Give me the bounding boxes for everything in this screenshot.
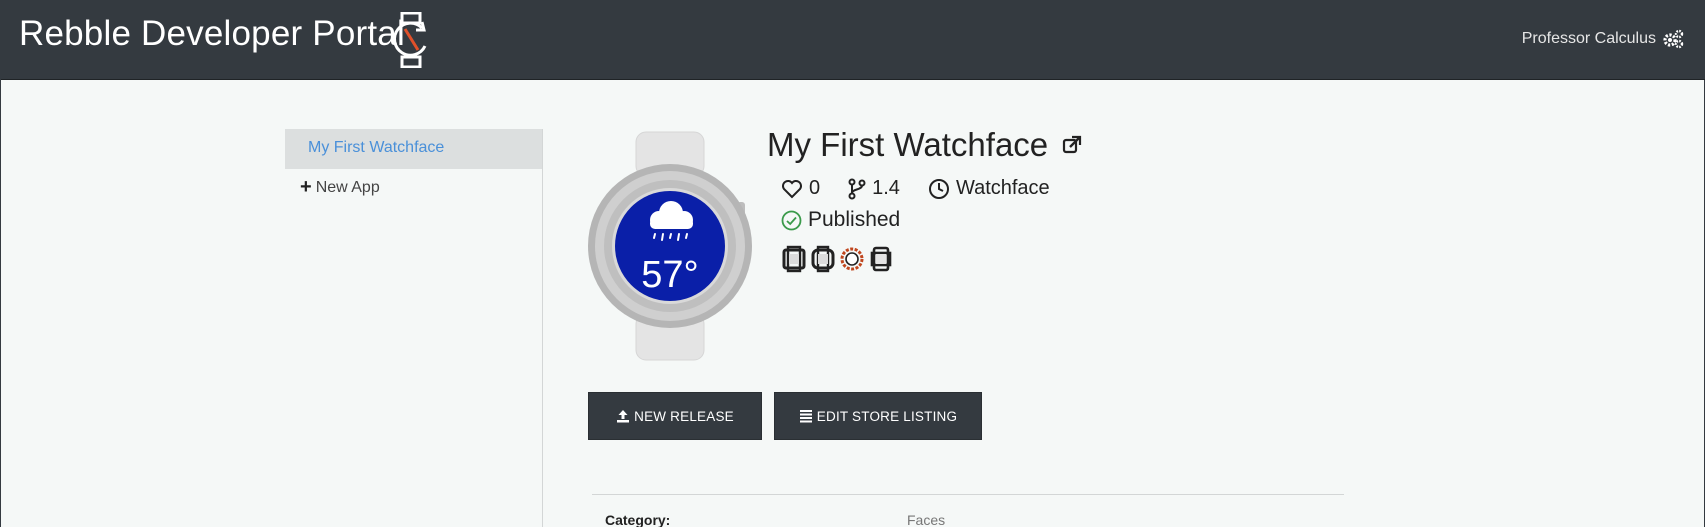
status-badge: Published	[781, 208, 900, 232]
external-link-icon[interactable]	[1062, 135, 1082, 155]
upload-icon	[617, 410, 630, 423]
app-title: My First Watchface	[767, 126, 1082, 164]
sidebar-item-new-app[interactable]: + New App	[285, 169, 542, 209]
version-number: 1.4	[848, 177, 900, 200]
clock-icon	[928, 178, 949, 199]
chalk-platform-icon	[840, 245, 864, 278]
app-type: Watchface	[928, 177, 1050, 200]
aplite-platform-icon	[782, 245, 806, 278]
gears-icon[interactable]	[1662, 29, 1684, 49]
list-icon	[799, 410, 812, 423]
plus-icon: +	[300, 176, 312, 198]
diorite-platform-icon	[869, 245, 893, 278]
new-release-button[interactable]: NEW RELEASE	[588, 392, 762, 440]
sidebar-item-label: My First Watchface	[308, 139, 445, 156]
sidebar-item-my-first-watchface[interactable]: My First Watchface	[285, 129, 542, 169]
user-menu[interactable]: Professor Calculus	[1522, 29, 1684, 49]
app-sidebar: My First Watchface + New App	[285, 129, 543, 527]
app-meta: 0 1.4 Watchface	[781, 177, 1078, 200]
top-navbar: Rebble Developer Portal Professor Calcul…	[1, 0, 1705, 80]
section-divider	[592, 494, 1344, 495]
watch-sync-icon[interactable]	[391, 11, 431, 73]
platform-icons	[782, 245, 898, 278]
brand-title[interactable]: Rebble Developer Portal	[19, 14, 405, 54]
temperature-readout: 57°	[641, 254, 698, 296]
watch-preview: 57°	[587, 130, 753, 367]
user-name[interactable]: Professor Calculus	[1522, 30, 1656, 48]
sidebar-item-label: New App	[315, 179, 380, 196]
edit-store-listing-button[interactable]: EDIT STORE LISTING	[774, 392, 982, 440]
code-branch-icon	[848, 178, 866, 199]
heart-icon	[782, 179, 802, 198]
basalt-platform-icon	[811, 245, 835, 278]
check-circle-icon	[781, 210, 802, 230]
hearts-count: 0	[781, 177, 820, 200]
category-value: Faces	[907, 512, 946, 527]
category-label: Category:	[605, 512, 671, 527]
page-title: My First Watchface	[767, 126, 1049, 163]
